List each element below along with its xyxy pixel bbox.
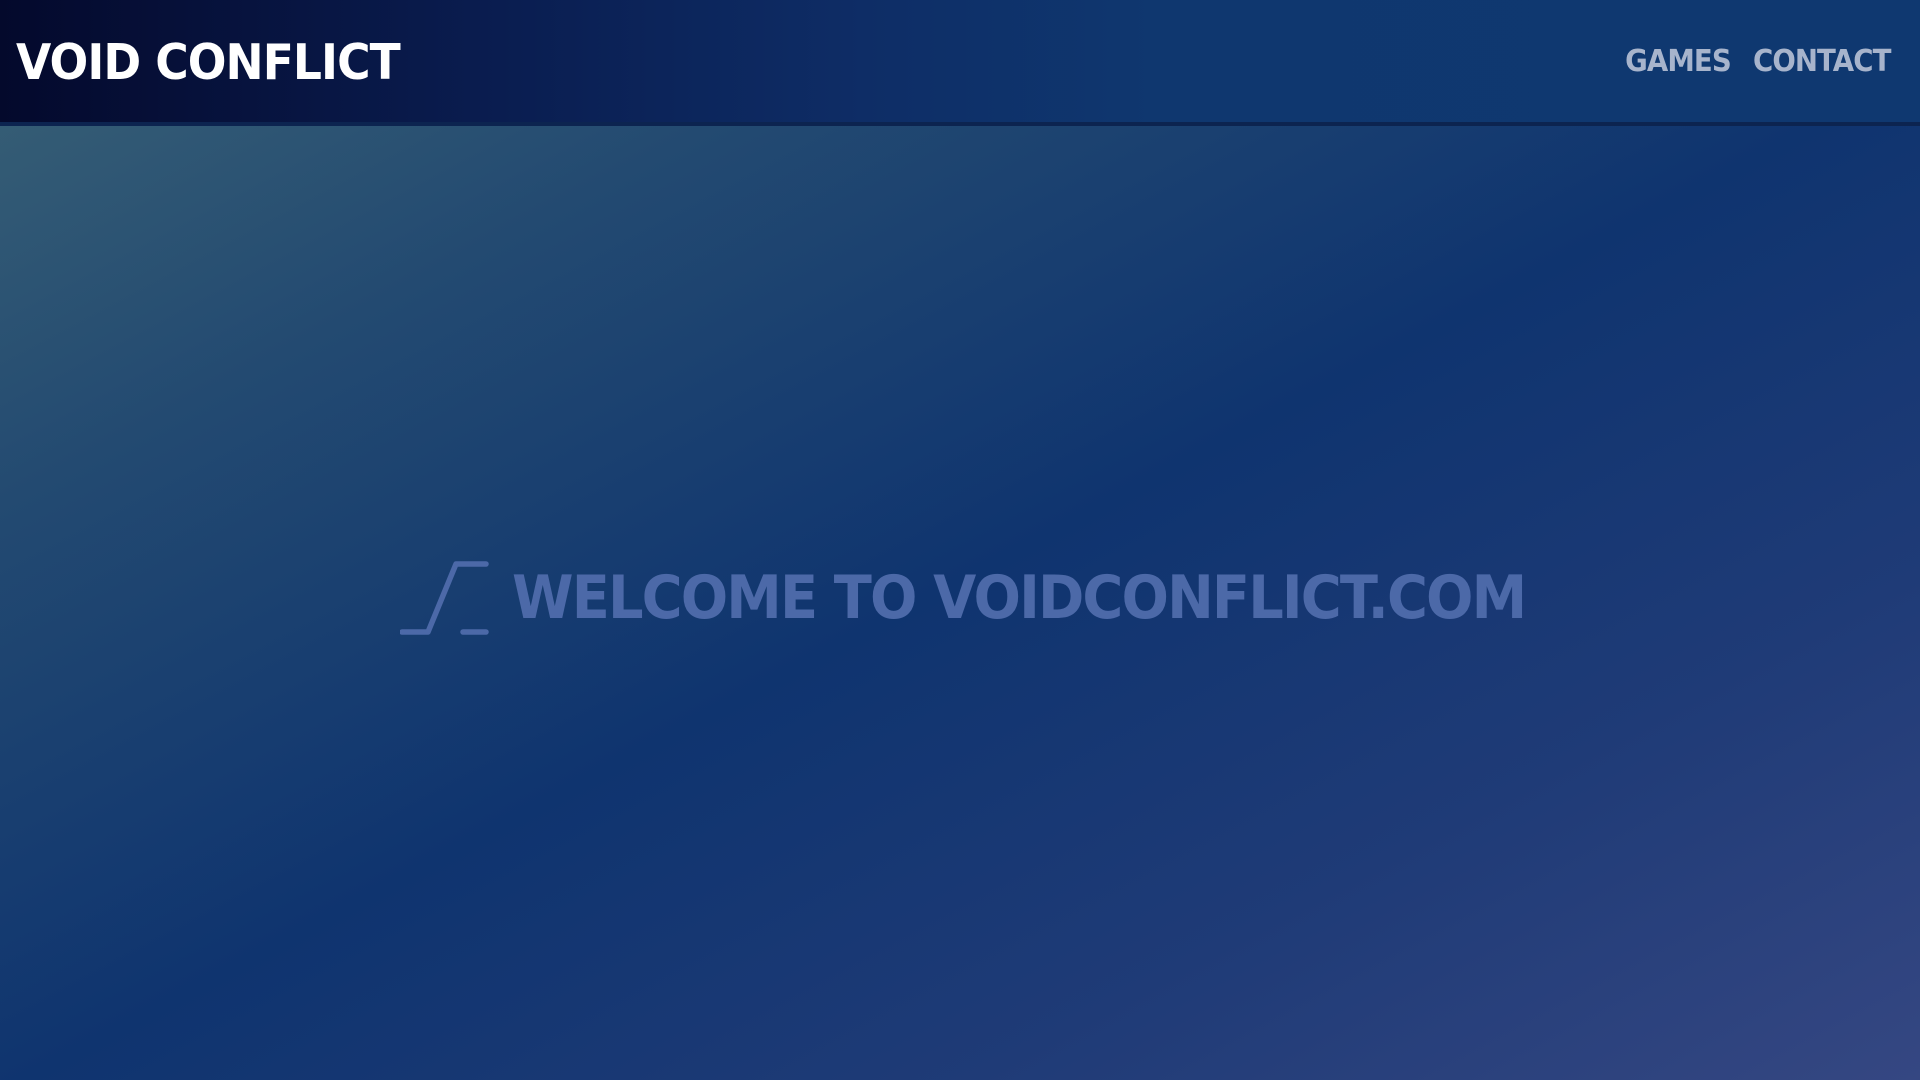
welcome-heading: WELCOME TO VOIDCONFLICT.COM [512, 562, 1527, 633]
top-navigation-bar: VOID CONFLICT GAMES CONTACT [0, 0, 1920, 126]
site-logo-text[interactable]: VOID CONFLICT [16, 28, 401, 98]
main-navigation: GAMES CONTACT [1616, 34, 1896, 88]
welcome-banner: WELCOME TO VOIDCONFLICT.COM [400, 555, 1602, 640]
terminal-prompt-icon [400, 560, 489, 635]
nav-link-games[interactable]: GAMES [1625, 44, 1732, 79]
nav-link-contact[interactable]: CONTACT [1753, 44, 1891, 79]
